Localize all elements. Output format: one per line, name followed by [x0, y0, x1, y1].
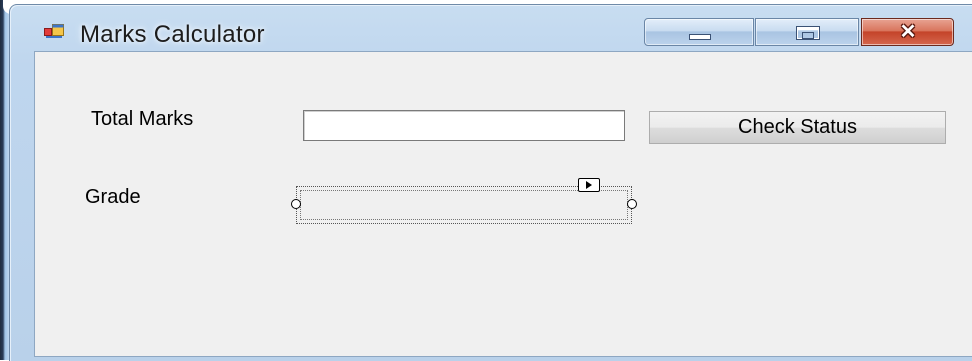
resize-handle-left-icon[interactable]: [291, 199, 301, 209]
form-client-area: Total Marks Check Status Grade: [34, 51, 972, 357]
maximize-button[interactable]: [755, 18, 859, 46]
grade-selection-inner-border: [300, 190, 628, 220]
grade-label: Grade: [85, 186, 141, 208]
smart-tag-arrow-icon[interactable]: [578, 178, 600, 192]
app-icon[interactable]: [44, 23, 64, 39]
window-title: Marks Calculator: [80, 21, 265, 48]
total-marks-input[interactable]: [303, 110, 625, 141]
resize-handle-right-icon[interactable]: [627, 199, 637, 209]
close-button[interactable]: ✕: [861, 18, 954, 46]
marks-calculator-window: Marks Calculator ✕ Total Marks Check Sta…: [9, 4, 972, 361]
minimize-icon: [689, 34, 711, 40]
close-icon: ✕: [899, 21, 917, 43]
total-marks-label: Total Marks: [91, 108, 194, 130]
check-status-button[interactable]: Check Status: [649, 111, 946, 144]
minimize-button[interactable]: [644, 18, 754, 46]
maximize-icon: [796, 26, 820, 40]
title-bar[interactable]: Marks Calculator ✕: [10, 5, 972, 51]
